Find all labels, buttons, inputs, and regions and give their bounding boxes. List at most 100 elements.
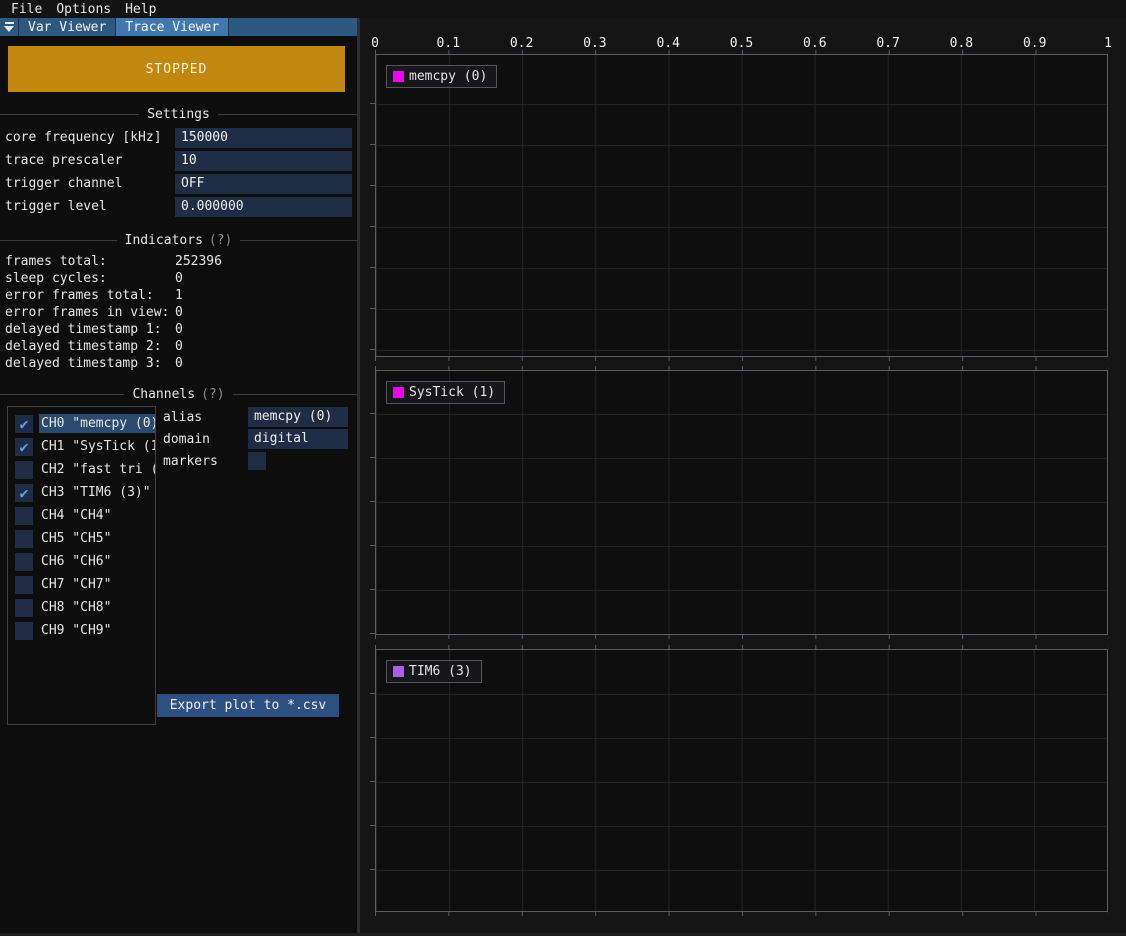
x-tick-label: 0.7 xyxy=(876,36,899,51)
channel-row-ch6[interactable]: ✔ CH6 "CH6" xyxy=(8,550,155,573)
plot3-left-ticks xyxy=(370,693,375,912)
export-csv-button[interactable]: Export plot to *.csv xyxy=(157,694,339,717)
ch2-checkbox[interactable]: ✔ xyxy=(15,461,33,479)
channel-row-ch4[interactable]: ✔ CH4 "CH4" xyxy=(8,504,155,527)
alias-label: alias xyxy=(163,410,248,425)
menu-options[interactable]: Options xyxy=(53,1,122,18)
plot-tim6[interactable]: TIM6 (3) xyxy=(375,649,1108,912)
alias-input[interactable] xyxy=(248,407,348,427)
legend-label: memcpy (0) xyxy=(409,69,487,84)
channels-help-icon[interactable]: (?) xyxy=(201,387,224,402)
legend-systick[interactable]: SysTick (1) xyxy=(386,381,505,404)
channel-row-ch3[interactable]: ✔ CH3 "TIM6 (3)" xyxy=(8,481,155,504)
acquisition-state-button[interactable]: STOPPED xyxy=(8,46,345,92)
x-tick-label: 0.9 xyxy=(1023,36,1046,51)
ch4-checkbox[interactable]: ✔ xyxy=(15,507,33,525)
ch1-checkbox[interactable]: ✔ xyxy=(15,438,33,456)
indicator-value: 0 xyxy=(175,339,183,354)
channel-row-ch0[interactable]: ✔ CH0 "memcpy (0)" xyxy=(8,412,155,435)
x-tick-label: 0.4 xyxy=(656,36,679,51)
trigger-level-input[interactable] xyxy=(175,197,352,217)
indicator-row: sleep cycles:0 xyxy=(0,270,357,287)
channel-list: ✔ CH0 "memcpy (0)" ✔ CH1 "SysTick (1) ✔ … xyxy=(7,406,156,725)
ch8-checkbox[interactable]: ✔ xyxy=(15,599,33,617)
tab-trace-viewer[interactable]: Trace Viewer xyxy=(116,18,229,36)
ch6-checkbox[interactable]: ✔ xyxy=(15,553,33,571)
indicator-value: 0 xyxy=(175,322,183,337)
channels-title: Channels xyxy=(132,387,195,402)
plot-grid xyxy=(376,414,1107,634)
legend-label: SysTick (1) xyxy=(409,385,495,400)
indicator-row: error frames in view:0 xyxy=(0,304,357,321)
domain-select[interactable] xyxy=(248,429,348,449)
channel-row-ch8[interactable]: ✔ CH8 "CH8" xyxy=(8,596,155,619)
indicator-row: frames total:252396 xyxy=(0,253,357,270)
collapse-arrow-icon[interactable] xyxy=(0,18,19,36)
settings-header: Settings xyxy=(0,106,357,122)
memcpy-color-swatch xyxy=(393,71,404,82)
markers-row: markers ✔ xyxy=(163,451,353,471)
core-frequency-label: core frequency [kHz] xyxy=(5,130,175,145)
legend-memcpy[interactable]: memcpy (0) xyxy=(386,65,497,88)
indicator-value: 0 xyxy=(175,356,183,371)
ch9-checkbox[interactable]: ✔ xyxy=(15,622,33,640)
systick-color-swatch xyxy=(393,387,404,398)
trigger-channel-select[interactable] xyxy=(175,174,352,194)
indicator-value: 252396 xyxy=(175,254,222,269)
field-trace-prescaler: trace prescaler xyxy=(0,149,357,172)
plot3-bottom-ticks xyxy=(375,912,1109,916)
x-tick-label: 0.3 xyxy=(583,36,606,51)
indicator-row: error frames total:1 xyxy=(0,287,357,304)
plot-memcpy[interactable]: memcpy (0) xyxy=(375,54,1108,357)
indicator-value: 0 xyxy=(175,271,183,286)
indicators-help-icon[interactable]: (?) xyxy=(209,233,232,248)
ch5-checkbox[interactable]: ✔ xyxy=(15,530,33,548)
menu-file[interactable]: File xyxy=(8,1,53,18)
menu-bar: File Options Help xyxy=(0,0,1126,18)
menu-help[interactable]: Help xyxy=(122,1,167,18)
x-tick-label: 0 xyxy=(371,36,379,51)
x-tick-label: 0.1 xyxy=(437,36,460,51)
tim6-color-swatch xyxy=(393,666,404,677)
legend-label: TIM6 (3) xyxy=(409,664,472,679)
field-trigger-channel: trigger channel xyxy=(0,172,357,195)
trace-plot-panel: 0 0.1 0.2 0.3 0.4 0.5 0.6 0.7 0.8 0.9 1 … xyxy=(360,18,1126,936)
markers-label: markers xyxy=(163,454,248,469)
trigger-level-label: trigger level xyxy=(5,199,175,214)
x-tick-label: 1 xyxy=(1104,36,1112,51)
indicator-value: 0 xyxy=(175,305,183,320)
channel-row-ch9[interactable]: ✔ CH9 "CH9" xyxy=(8,619,155,642)
field-trigger-level: trigger level xyxy=(0,195,357,218)
tab-var-viewer[interactable]: Var Viewer xyxy=(19,18,116,36)
channel-properties: alias domain markers ✔ xyxy=(163,407,353,473)
trigger-channel-label: trigger channel xyxy=(5,176,175,191)
core-frequency-input[interactable] xyxy=(175,128,352,148)
plot-systick[interactable]: SysTick (1) xyxy=(375,370,1108,635)
ch7-checkbox[interactable]: ✔ xyxy=(15,576,33,594)
ch3-checkbox[interactable]: ✔ xyxy=(15,484,33,502)
markers-checkbox[interactable]: ✔ xyxy=(248,452,266,470)
x-axis-labels: 0 0.1 0.2 0.3 0.4 0.5 0.6 0.7 0.8 0.9 1 xyxy=(375,36,1108,50)
x-tick-label: 0.6 xyxy=(803,36,826,51)
settings-fields: core frequency [kHz] trace prescaler tri… xyxy=(0,126,357,218)
plot1-bottom-ticks xyxy=(375,357,1109,361)
channels-header: Channels (?) xyxy=(0,386,357,402)
indicator-row: delayed timestamp 1:0 xyxy=(0,321,357,338)
domain-label: domain xyxy=(163,432,248,447)
plot-grid xyxy=(376,104,1107,356)
trace-prescaler-input[interactable] xyxy=(175,151,352,171)
field-core-frequency: core frequency [kHz] xyxy=(0,126,357,149)
indicators-title: Indicators xyxy=(125,233,203,248)
plot2-left-ticks xyxy=(370,413,375,635)
settings-title: Settings xyxy=(139,107,218,122)
channel-row-ch7[interactable]: ✔ CH7 "CH7" xyxy=(8,573,155,596)
plot2-bottom-ticks xyxy=(375,635,1109,639)
indicator-row: delayed timestamp 2:0 xyxy=(0,338,357,355)
channel-row-ch1[interactable]: ✔ CH1 "SysTick (1) xyxy=(8,435,155,458)
indicator-row: delayed timestamp 3:0 xyxy=(0,355,357,372)
channel-row-ch2[interactable]: ✔ CH2 "fast tri (2 xyxy=(8,458,155,481)
indicators-list: frames total:252396 sleep cycles:0 error… xyxy=(0,253,357,372)
ch0-checkbox[interactable]: ✔ xyxy=(15,415,33,433)
channel-row-ch5[interactable]: ✔ CH5 "CH5" xyxy=(8,527,155,550)
legend-tim6[interactable]: TIM6 (3) xyxy=(386,660,482,683)
